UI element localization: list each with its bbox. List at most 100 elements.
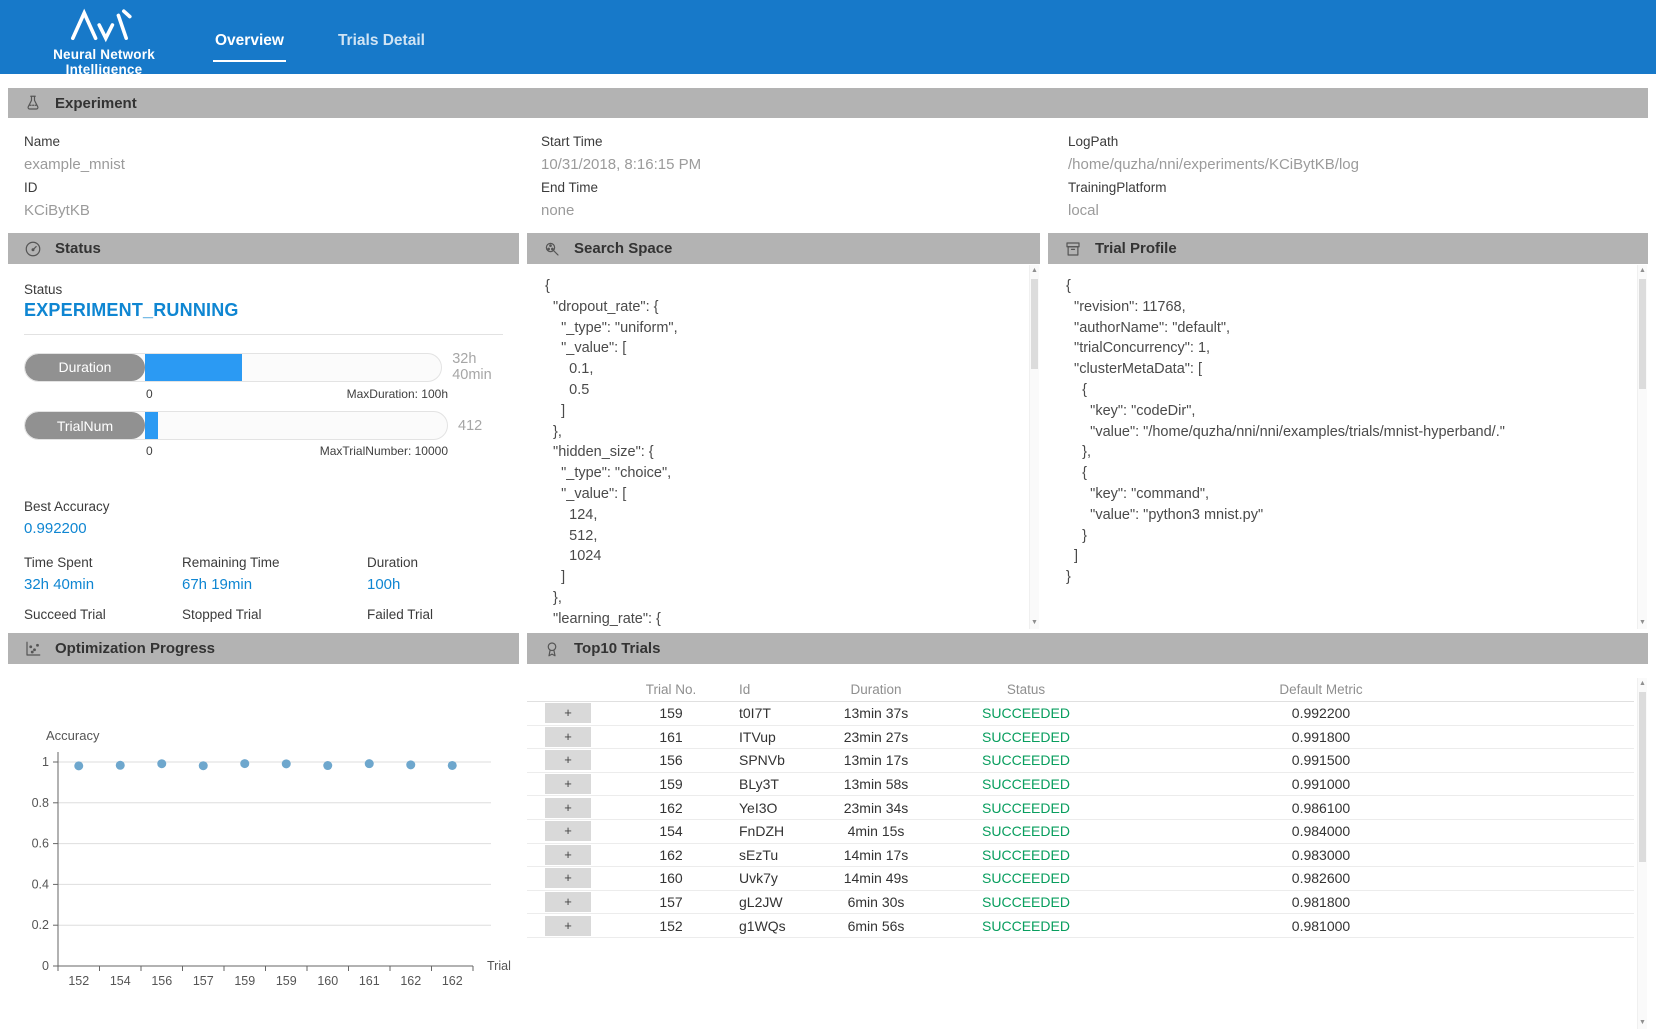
stat-value: 32h 40min	[24, 576, 182, 593]
top-trials-table: Trial No. Id Duration Status Default Met…	[527, 664, 1634, 1030]
field-value: 10/31/2018, 8:16:15 PM	[541, 153, 701, 176]
col-header-duration: Duration	[811, 682, 941, 697]
scroll-down-icon[interactable]: ▼	[1638, 1017, 1647, 1029]
scatter-plot-icon	[24, 640, 42, 658]
top-navbar: Neural Network Intelligence Overview Tri…	[0, 0, 1656, 74]
table-row: + 159 t0I7T 13min 37s SUCCEEDED 0.992200	[527, 702, 1634, 726]
search-space-scrollbar[interactable]: ▲ ▼	[1029, 265, 1039, 629]
scrollbar-thumb[interactable]	[1031, 279, 1038, 369]
trial-status-cell: SUCCEEDED	[941, 918, 1111, 934]
trialnum-bar-fill	[145, 412, 158, 439]
table-row: + 154 FnDZH 4min 15s SUCCEEDED 0.984000	[527, 820, 1634, 844]
svg-text:1: 1	[42, 755, 49, 769]
col-header-trial-no: Trial No.	[591, 682, 731, 697]
trial-metric-cell: 0.992200	[1111, 705, 1531, 721]
expand-row-button[interactable]: +	[545, 916, 591, 936]
col-header-status: Status	[941, 682, 1111, 697]
search-space-title: Search Space	[574, 240, 672, 257]
field-label: ID	[24, 176, 125, 199]
expand-row-button[interactable]: +	[545, 727, 591, 747]
trial-duration-cell: 6min 56s	[811, 918, 941, 934]
svg-text:Accuracy: Accuracy	[46, 728, 100, 743]
table-row: + 157 gL2JW 6min 30s SUCCEEDED 0.981800	[527, 891, 1634, 915]
nav-tabs: Overview Trials Detail	[213, 0, 477, 74]
svg-text:0.6: 0.6	[32, 837, 49, 851]
trial-metric-cell: 0.984000	[1111, 823, 1531, 839]
expand-row-button[interactable]: +	[545, 750, 591, 770]
stat-label: Remaining Time	[182, 554, 367, 571]
svg-text:162: 162	[400, 974, 421, 988]
experiment-info: Name example_mnist ID KCiBytKB Start Tim…	[8, 118, 1648, 233]
trial-profile-json: { "revision": 11768, "authorName": "defa…	[1066, 276, 1632, 630]
scrollbar-thumb[interactable]	[1639, 692, 1646, 862]
field-value: /home/quzha/nni/experiments/KCiBytKB/log	[1068, 153, 1359, 176]
svg-text:0.8: 0.8	[32, 796, 49, 810]
trial-duration-cell: 13min 58s	[811, 776, 941, 792]
expand-row-button[interactable]: +	[545, 703, 591, 723]
trial-id-cell: ITVup	[731, 729, 811, 745]
table-row: + 152 g1WQs 6min 56s SUCCEEDED 0.981000	[527, 914, 1634, 938]
expand-row-button[interactable]: +	[545, 821, 591, 841]
trialnum-progress: TrialNum 412 0 MaxTrialNumber: 10000	[24, 411, 482, 458]
trial-status-cell: SUCCEEDED	[941, 894, 1111, 910]
trial-profile-scrollbar[interactable]: ▲ ▼	[1637, 265, 1647, 629]
experiment-title: Experiment	[55, 95, 137, 112]
trial-profile-panel: Trial Profile { "revision": 11768, "auth…	[1048, 233, 1648, 630]
expand-row-button[interactable]: +	[545, 868, 591, 888]
trial-no-cell: 160	[591, 870, 731, 886]
stat-label: Time Spent	[24, 554, 182, 571]
tab-trials-detail[interactable]: Trials Detail	[336, 12, 427, 62]
table-row: + 160 Uvk7y 14min 49s SUCCEEDED 0.982600	[527, 867, 1634, 891]
search-space-json: { "dropout_rate": { "_type": "uniform", …	[545, 276, 1024, 630]
trial-metric-cell: 0.982600	[1111, 870, 1531, 886]
trial-no-cell: 156	[591, 752, 731, 768]
field-value: none	[541, 199, 701, 222]
top-trials-title: Top10 Trials	[574, 640, 660, 657]
expand-row-button[interactable]: +	[545, 774, 591, 794]
trial-no-cell: 154	[591, 823, 731, 839]
duration-min: 0	[146, 387, 153, 401]
duration-bar-label: Duration	[25, 354, 145, 381]
expand-row-button[interactable]: +	[545, 892, 591, 912]
stat-label: Failed Trial	[367, 606, 519, 623]
trial-id-cell: Uvk7y	[731, 870, 811, 886]
expand-row-button[interactable]: +	[545, 798, 591, 818]
svg-text:0: 0	[42, 959, 49, 973]
duration-max: MaxDuration: 100h	[347, 387, 448, 401]
medal-icon	[543, 640, 561, 658]
col-header-default-metric: Default Metric	[1111, 682, 1531, 697]
scroll-down-icon[interactable]: ▼	[1638, 617, 1647, 629]
table-header-row: Trial No. Id Duration Status Default Met…	[527, 678, 1634, 702]
search-space-panel: Search Space { "dropout_rate": { "_type"…	[527, 233, 1040, 630]
trial-id-cell: YeI3O	[731, 800, 811, 816]
scroll-down-icon[interactable]: ▼	[1030, 617, 1039, 629]
field-label: TrainingPlatform	[1068, 176, 1359, 199]
optimization-progress-panel: Optimization Progress 00.20.40.60.811521…	[8, 633, 519, 1030]
brand-name: Neural Network Intelligence	[24, 47, 184, 77]
scroll-up-icon[interactable]: ▲	[1638, 678, 1647, 690]
trial-no-cell: 152	[591, 918, 731, 934]
scroll-up-icon[interactable]: ▲	[1030, 265, 1039, 277]
trial-id-cell: SPNVb	[731, 752, 811, 768]
trial-no-cell: 159	[591, 705, 731, 721]
optimization-chart: 00.20.40.60.8115215415615715915916016116…	[8, 664, 519, 1029]
svg-text:0.2: 0.2	[32, 918, 49, 932]
stat-label: Duration	[367, 554, 519, 571]
top-trials-scrollbar[interactable]: ▲ ▼	[1637, 678, 1647, 1029]
scrollbar-thumb[interactable]	[1639, 279, 1646, 389]
status-value: EXPERIMENT_RUNNING	[24, 300, 239, 321]
svg-text:160: 160	[317, 974, 338, 988]
experiment-section-header: Experiment	[8, 88, 1648, 118]
brand: Neural Network Intelligence	[24, 5, 184, 77]
tab-overview[interactable]: Overview	[213, 12, 286, 62]
duration-progress: Duration 32h 40min 0 MaxDuration: 100h	[24, 351, 519, 401]
trial-status-cell: SUCCEEDED	[941, 776, 1111, 792]
table-row: + 162 sEzTu 14min 17s SUCCEEDED 0.983000	[527, 844, 1634, 868]
trial-status-cell: SUCCEEDED	[941, 870, 1111, 886]
trial-status-cell: SUCCEEDED	[941, 847, 1111, 863]
top-trials-panel: Top10 Trials Trial No. Id Duration Statu…	[527, 633, 1648, 1030]
trial-id-cell: g1WQs	[731, 918, 811, 934]
trialnum-max: MaxTrialNumber: 10000	[320, 444, 448, 458]
expand-row-button[interactable]: +	[545, 845, 591, 865]
scroll-up-icon[interactable]: ▲	[1638, 265, 1647, 277]
